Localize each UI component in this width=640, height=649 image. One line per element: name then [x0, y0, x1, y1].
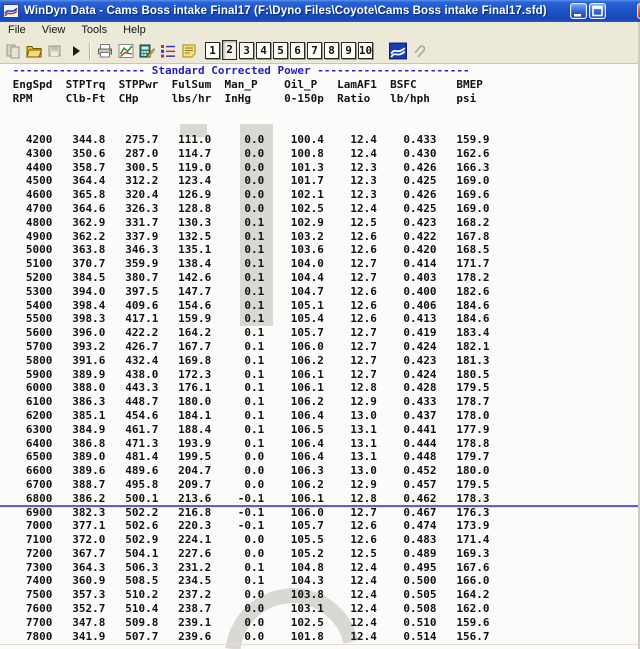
page-button-6[interactable]: 6 — [290, 42, 305, 59]
logo-group — [387, 40, 429, 61]
attachment-icon — [411, 43, 427, 59]
section-header: -------------------- Standard Corrected … — [6, 64, 489, 78]
calculator-edit-icon — [139, 43, 155, 59]
section-divider-shadow — [0, 507, 640, 508]
table-row: 5900 389.9 438.0 172.3 0.1 106.1 12.7 0.… — [6, 368, 489, 382]
table-row: 4600 365.8 320.4 126.9 0.0 102.1 12.3 0.… — [6, 188, 489, 202]
page-button-3[interactable]: 3 — [239, 42, 254, 59]
table-row: 7500 357.3 510.2 237.2 0.0 103.8 12.4 0.… — [6, 588, 489, 602]
table-row: 6000 388.0 443.3 176.1 0.1 106.1 12.8 0.… — [6, 381, 489, 395]
table-row: 4200 344.8 275.7 111.0 0.0 100.4 12.4 0.… — [6, 133, 489, 147]
menu-bar: File View Tools Help — [0, 22, 640, 39]
table-row: 4900 362.2 337.9 132.5 0.1 103.2 12.6 0.… — [6, 230, 489, 244]
test-list-icon — [160, 43, 176, 59]
page-button-10[interactable]: 10 — [358, 42, 373, 59]
page-button-2[interactable]: 2 — [222, 40, 237, 60]
table-row: 4800 362.9 331.7 130.3 0.1 102.9 12.5 0.… — [6, 216, 489, 230]
minimize-button[interactable] — [570, 3, 587, 19]
table-row: 6600 389.6 489.6 204.7 0.0 106.3 13.0 0.… — [6, 464, 489, 478]
bottom-edge-line — [0, 644, 640, 645]
maximize-button[interactable] — [589, 3, 606, 19]
table-row: 6700 388.7 495.8 209.7 0.0 106.2 12.9 0.… — [6, 478, 489, 492]
menu-help[interactable]: Help — [115, 23, 154, 38]
table-row: 6800 386.2 500.1 213.6 -0.1 106.1 12.8 0… — [6, 492, 489, 506]
table-row: 6400 386.8 471.3 193.9 0.1 106.4 13.1 0.… — [6, 437, 489, 451]
column-names: EngSpd STPTrq STPPwr FulSum Man_P Oil_P … — [6, 78, 489, 92]
edit-config-button[interactable] — [136, 40, 157, 61]
table-row: 5100 370.7 359.9 138.4 0.1 104.0 12.7 0.… — [6, 257, 489, 271]
table-row: 7800 341.9 507.7 239.6 0.0 101.8 12.4 0.… — [6, 630, 489, 644]
table-row: 5800 391.6 432.4 169.8 0.1 106.2 12.7 0.… — [6, 354, 489, 368]
table-row: 6300 384.9 461.7 188.4 0.1 106.5 13.1 0.… — [6, 423, 489, 437]
data-report: -------------------- Standard Corrected … — [6, 64, 489, 643]
table-row: 7200 367.7 504.1 227.6 0.0 105.2 12.5 0.… — [6, 547, 489, 561]
table-row: 7700 347.8 509.8 239.1 0.0 102.5 12.4 0.… — [6, 616, 489, 630]
page-button-8[interactable]: 8 — [324, 42, 339, 59]
table-row: 5000 363.8 346.3 135.1 0.1 103.6 12.6 0.… — [6, 243, 489, 257]
table-row: 4700 364.6 326.3 128.8 0.0 102.5 12.4 0.… — [6, 202, 489, 216]
maximize-icon — [590, 4, 605, 18]
attachment-button — [408, 40, 429, 61]
table-row: 7300 364.3 506.3 231.2 0.1 104.8 12.4 0.… — [6, 561, 489, 575]
superflow-logo-button[interactable] — [387, 40, 408, 61]
table-row: 5300 394.0 397.5 147.7 0.1 104.7 12.6 0.… — [6, 285, 489, 299]
save-icon — [47, 43, 63, 59]
page-button-7[interactable]: 7 — [307, 42, 322, 59]
toolbar: 1 2 3 4 5 6 7 8 9 10 — [0, 38, 640, 64]
notes-button[interactable] — [178, 40, 199, 61]
menu-file[interactable]: File — [0, 23, 34, 38]
page-button-4[interactable]: 4 — [256, 42, 271, 59]
save-file-button — [44, 40, 65, 61]
table-row: 6500 389.0 481.4 199.5 0.0 106.4 13.1 0.… — [6, 450, 489, 464]
spacer — [6, 119, 489, 133]
new-file-button — [2, 40, 23, 61]
table-row: 5500 398.3 417.1 159.9 0.1 105.4 12.6 0.… — [6, 312, 489, 326]
table-row: 4400 358.7 300.5 119.0 0.0 101.3 12.3 0.… — [6, 161, 489, 175]
spacer — [6, 105, 489, 119]
page-button-9[interactable]: 9 — [341, 42, 356, 59]
app-window: WinDyn Data - Cams Boss intake Final17 (… — [0, 0, 640, 649]
graph-button[interactable] — [115, 40, 136, 61]
notepad-icon — [181, 43, 197, 59]
toolbar-separator — [89, 42, 91, 60]
column-units: RPM Clb-Ft CHp lbs/hr InHg 0-150p Ratio … — [6, 92, 489, 106]
superflow-logo-icon — [389, 42, 407, 60]
run-button[interactable] — [65, 40, 86, 61]
table-row: 7000 377.1 502.6 220.3 -0.1 105.7 12.6 0… — [6, 519, 489, 533]
table-row: 7600 352.7 510.4 238.7 0.0 103.1 12.4 0.… — [6, 602, 489, 616]
print-button[interactable] — [94, 40, 115, 61]
play-icon — [68, 43, 84, 59]
table-row: 5200 384.5 380.7 142.6 0.1 104.4 12.7 0.… — [6, 271, 489, 285]
menu-tools[interactable]: Tools — [73, 23, 115, 38]
table-row: 6100 386.3 448.7 180.0 0.1 106.2 12.9 0.… — [6, 395, 489, 409]
page-buttons: 1 2 3 4 5 6 7 8 9 10 — [205, 42, 375, 60]
table-row: 4500 364.4 312.2 123.4 0.0 101.7 12.3 0.… — [6, 174, 489, 188]
table-row: 7400 360.9 508.5 234.5 0.1 104.3 12.4 0.… — [6, 574, 489, 588]
table-row: 5700 393.2 426.7 167.7 0.1 106.0 12.7 0.… — [6, 340, 489, 354]
graph-icon — [118, 43, 134, 59]
menu-view[interactable]: View — [34, 23, 74, 38]
minimize-icon — [571, 4, 586, 18]
test-options-button[interactable] — [157, 40, 178, 61]
open-file-button[interactable] — [23, 40, 44, 61]
window-title: WinDyn Data - Cams Boss intake Final17 (… — [24, 5, 547, 17]
page-button-1[interactable]: 1 — [205, 42, 220, 59]
title-bar: WinDyn Data - Cams Boss intake Final17 (… — [0, 0, 640, 22]
page-button-5[interactable]: 5 — [273, 42, 288, 59]
print-icon — [97, 43, 113, 59]
new-file-icon — [5, 43, 21, 59]
table-row: 5400 398.4 409.6 154.6 0.1 105.1 12.6 0.… — [6, 299, 489, 313]
table-row: 4300 350.6 287.0 114.7 0.0 100.8 12.4 0.… — [6, 147, 489, 161]
app-logo-icon — [3, 3, 19, 19]
open-folder-icon — [26, 43, 42, 59]
table-row: 6200 385.1 454.6 184.1 0.1 106.4 13.0 0.… — [6, 409, 489, 423]
table-row: 7100 372.0 502.9 224.1 0.0 105.5 12.6 0.… — [6, 533, 489, 547]
table-row: 5600 396.0 422.2 164.2 0.1 105.7 12.7 0.… — [6, 326, 489, 340]
